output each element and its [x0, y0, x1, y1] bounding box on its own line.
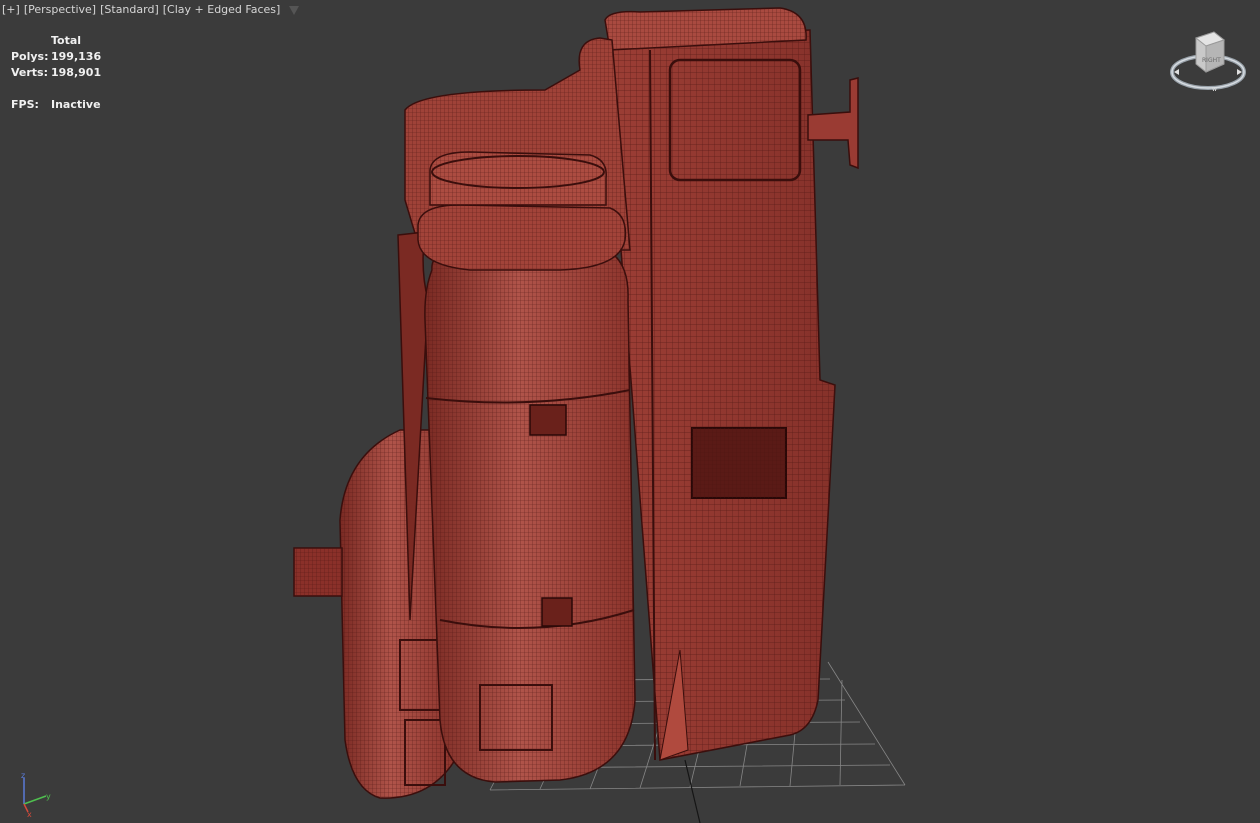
viewcube-arrow-right-icon	[1237, 69, 1242, 75]
polys-value: 199,136	[51, 50, 102, 63]
viewcube-arrow-left-icon	[1174, 69, 1179, 75]
axis-y-label: y	[46, 792, 51, 801]
svg-text:w: w	[1212, 86, 1217, 93]
viewport-label: [+] [Perspective] [Standard] [Clay + Edg…	[2, 3, 300, 16]
polys-label: Polys:	[11, 50, 49, 63]
mesh-right-tower	[604, 7, 859, 761]
axis-y	[23, 795, 47, 805]
fps-label: FPS:	[11, 98, 39, 111]
fps-value: Inactive	[51, 98, 101, 111]
viewport-plus-menu[interactable]: [+]	[2, 3, 20, 16]
viewport-display-mode-menu[interactable]: [Clay + Edged Faces]	[163, 3, 281, 16]
axis-x-label: x	[27, 810, 32, 818]
scene-canvas[interactable]	[0, 0, 1260, 823]
viewport-shading-menu[interactable]: [Standard]	[100, 3, 159, 16]
axis-tripod: z y x	[21, 772, 51, 818]
mesh-cylinder-cap	[417, 151, 627, 271]
statistics-overlay: Total Polys: 199,136 Verts: 198,901 FPS:…	[11, 33, 101, 113]
axis-z-label: z	[21, 772, 25, 780]
viewcube[interactable]: RIGHT w	[1168, 28, 1248, 94]
viewcube-face-label: RIGHT	[1202, 57, 1221, 64]
verts-label: Verts:	[11, 66, 49, 79]
stats-header: Total	[51, 34, 82, 47]
viewport[interactable]: [+] [Perspective] [Standard] [Clay + Edg…	[0, 0, 1260, 823]
filter-icon[interactable]	[289, 5, 300, 15]
verts-value: 198,901	[51, 66, 102, 79]
viewport-view-menu[interactable]: [Perspective]	[24, 3, 96, 16]
